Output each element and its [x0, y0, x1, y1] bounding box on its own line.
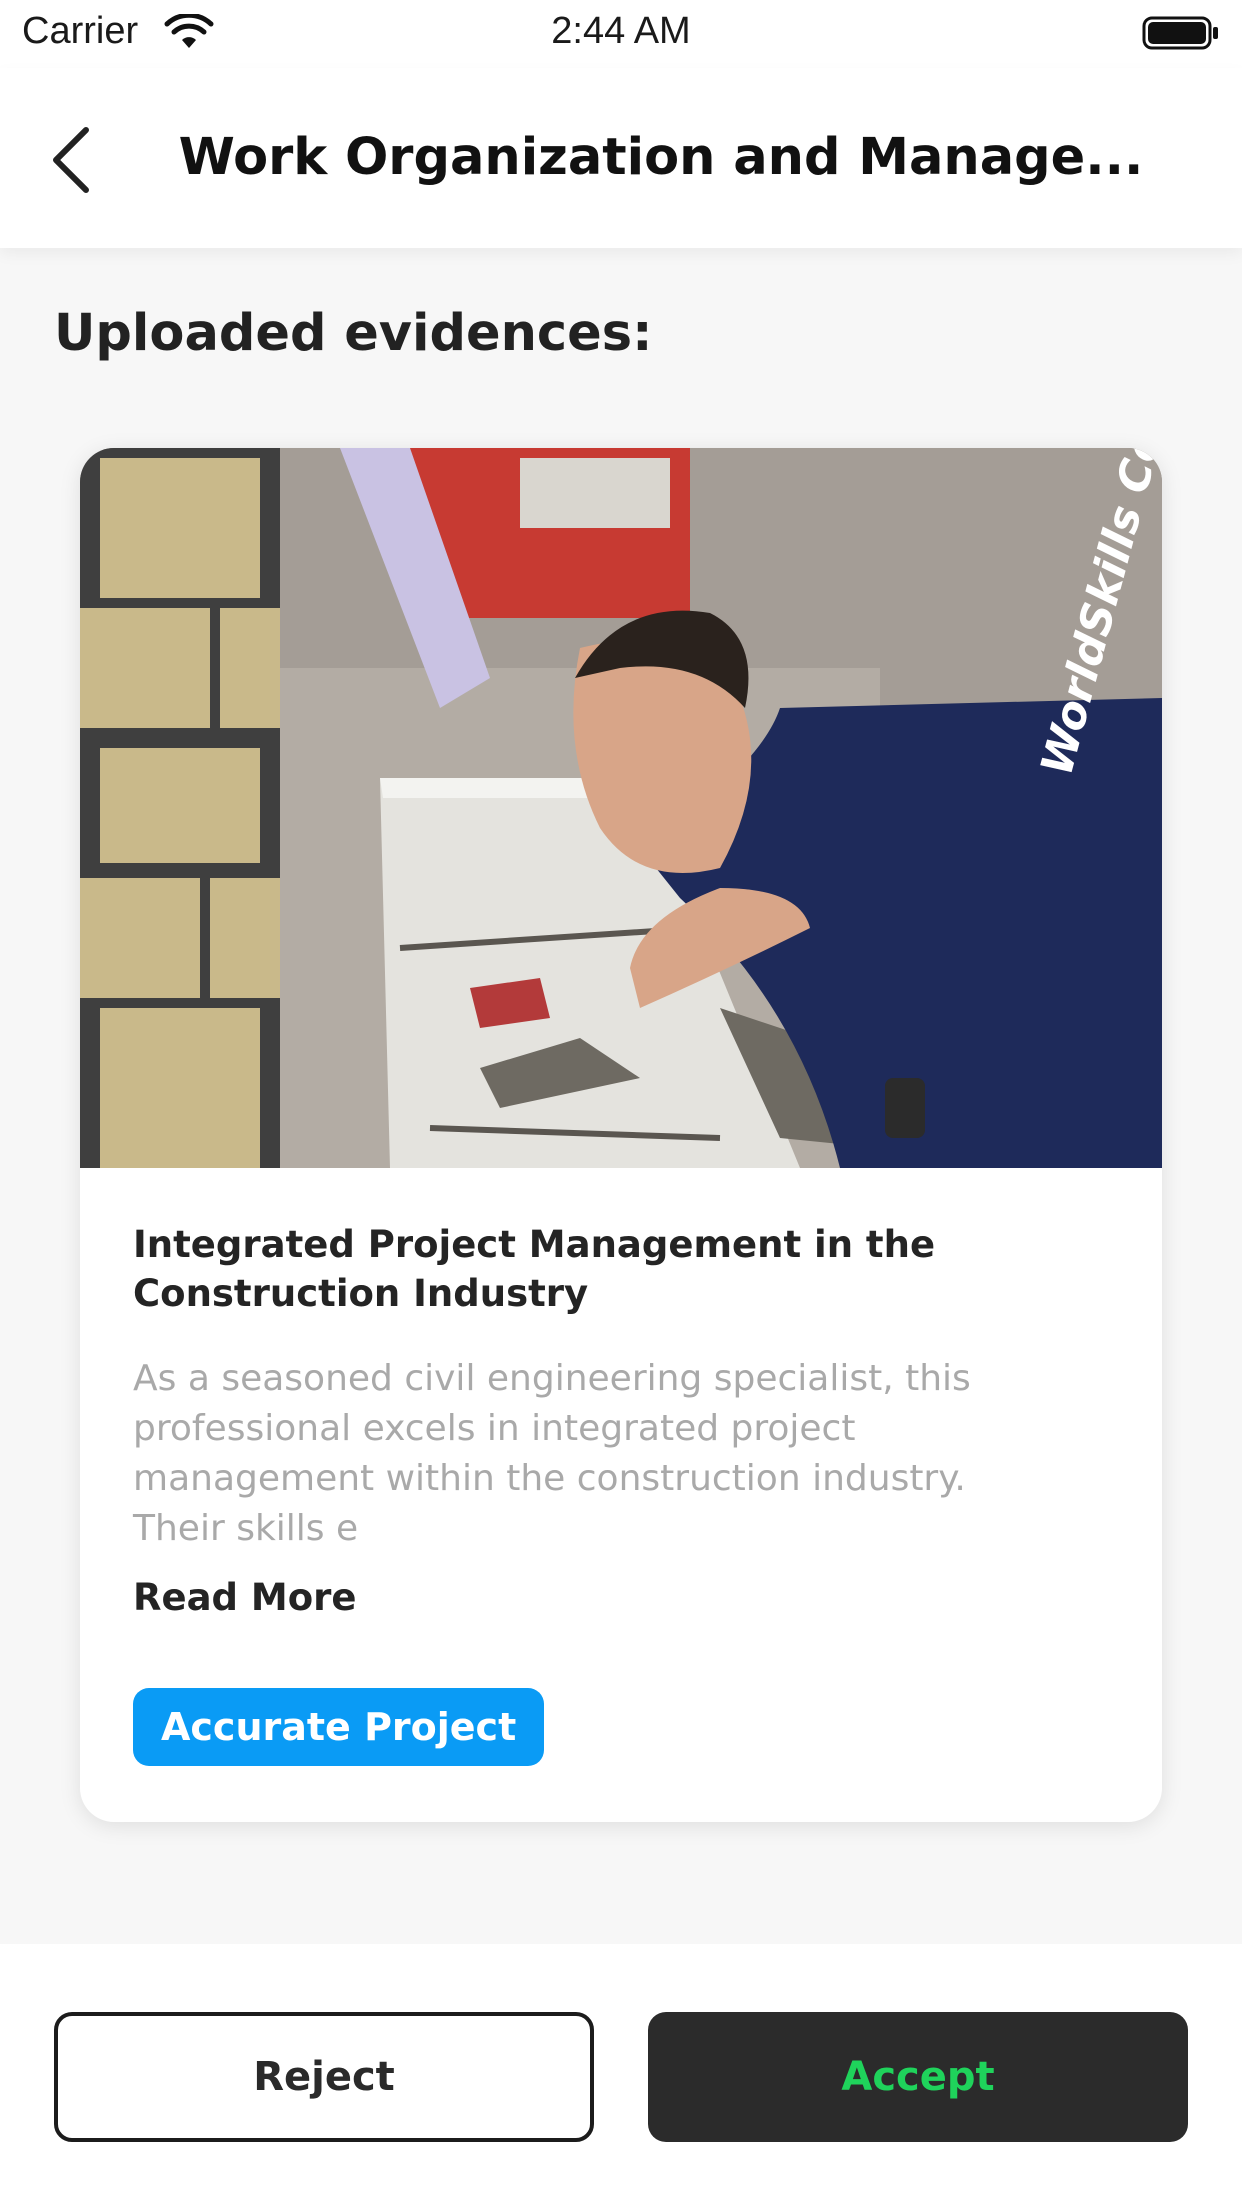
back-button[interactable] [44, 120, 104, 200]
battery-icon [1142, 16, 1218, 50]
read-more-link[interactable]: Read More [133, 1576, 357, 1619]
category-badge: Accurate Project [133, 1688, 545, 1766]
evidence-description: As a seasoned civil engineering speciali… [133, 1358, 971, 1549]
page-title: Work Organization and Manage... [178, 128, 1144, 187]
nav-bar: Work Organization and Manage... [0, 68, 1242, 248]
action-footer: Reject Accept [0, 1944, 1242, 2208]
section-title: Uploaded evidences: [54, 304, 653, 363]
reject-button[interactable]: Reject [54, 2012, 594, 2142]
accept-button[interactable]: Accept [648, 2012, 1188, 2142]
evidence-photo: WorldSkills Comp [80, 448, 1162, 1168]
status-bar: Carrier 2:44 AM [0, 0, 1242, 68]
status-time: 2:44 AM [551, 10, 691, 52]
evidence-card[interactable]: WorldSkills Comp Integrated Project Mana… [80, 448, 1162, 1822]
evidence-title: Integrated Project Management in the Con… [133, 1223, 936, 1315]
